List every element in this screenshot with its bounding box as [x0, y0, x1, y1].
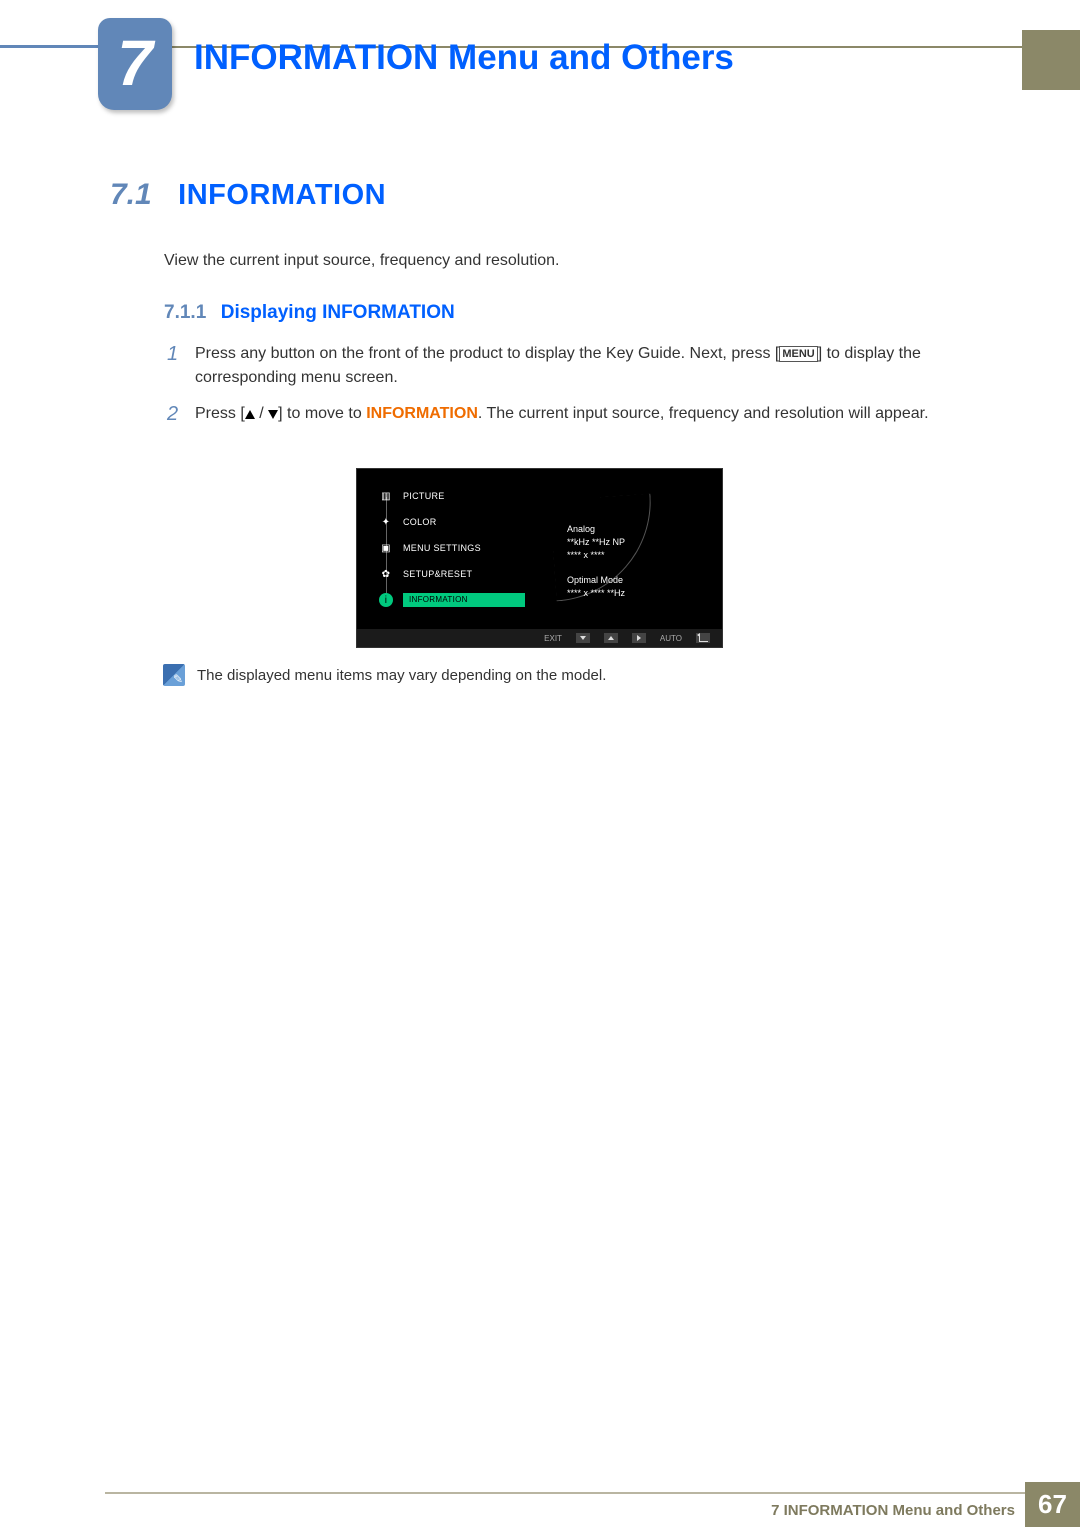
osd-item-setup-reset: ✿ SETUP&RESET [379, 561, 539, 587]
subsection-number: 7.1.1 [164, 302, 206, 323]
osd-item-picture: ▥ PICTURE [379, 483, 539, 509]
osd-item-label: SETUP&RESET [403, 569, 472, 579]
footer-chapter-text: 7 INFORMATION Menu and Others [771, 1502, 1015, 1519]
section-intro: View the current input source, frequency… [164, 252, 560, 270]
step-2-text: Press [ / ] to move to INFORMATION. The … [195, 402, 967, 426]
info-icon: i [379, 593, 393, 607]
chapter-title: INFORMATION Menu and Others [194, 38, 734, 78]
triangle-up-icon [245, 410, 255, 419]
step-1: 1 Press any button on the front of the p… [167, 342, 967, 390]
osd-item-label: INFORMATION [403, 593, 525, 607]
step-1-text: Press any button on the front of the pro… [195, 342, 967, 390]
step-1-number: 1 [167, 342, 195, 366]
subsection-title: Displaying INFORMATION [221, 302, 455, 323]
osd-info-panel: Analog **kHz **Hz NP **** x **** Optimal… [567, 523, 625, 612]
picture-icon: ▥ [379, 489, 393, 503]
osd-exit-label: EXIT [544, 634, 562, 643]
note-icon: ✎ [163, 664, 185, 686]
nav-return-icon [696, 633, 710, 643]
nav-up-icon [604, 633, 618, 643]
note-row: ✎ The displayed menu items may vary depe… [163, 664, 606, 686]
nav-enter-icon [632, 633, 646, 643]
header-right-block [1022, 30, 1080, 90]
color-icon: ✦ [379, 515, 393, 529]
chapter-number-badge: 7 [98, 18, 172, 110]
step-2: 2 Press [ / ] to move to INFORMATION. Th… [167, 402, 967, 426]
osd-screenshot: ▥ PICTURE ✦ COLOR ▣ MENU SETTINGS ✿ SETU… [356, 468, 723, 648]
footer-page-number: 67 [1025, 1482, 1080, 1527]
osd-item-menu-settings: ▣ MENU SETTINGS [379, 535, 539, 561]
footer-rule [105, 1492, 1025, 1494]
osd-item-label: PICTURE [403, 491, 445, 501]
osd-item-information: i INFORMATION [379, 587, 539, 613]
settings-icon: ▣ [379, 541, 393, 555]
section-title: INFORMATION [178, 179, 386, 212]
osd-info-line: **** x **** **Hz [567, 587, 625, 600]
osd-info-line: Optimal Mode [567, 574, 625, 587]
menu-key-icon: MENU [779, 346, 817, 362]
osd-bottom-bar: EXIT AUTO [357, 629, 722, 647]
osd-item-label: COLOR [403, 517, 437, 527]
osd-menu-list: ▥ PICTURE ✦ COLOR ▣ MENU SETTINGS ✿ SETU… [379, 483, 539, 613]
osd-item-label: MENU SETTINGS [403, 543, 481, 553]
step-2-number: 2 [167, 402, 195, 426]
osd-info-line: **kHz **Hz NP [567, 536, 625, 549]
osd-info-line: **** x **** [567, 549, 625, 562]
gear-icon: ✿ [379, 567, 393, 581]
nav-down-icon [576, 633, 590, 643]
osd-item-color: ✦ COLOR [379, 509, 539, 535]
note-text: The displayed menu items may vary depend… [197, 667, 606, 684]
information-highlight: INFORMATION [366, 405, 478, 422]
osd-info-line: Analog [567, 523, 625, 536]
section-number: 7.1 [110, 178, 152, 212]
osd-auto-label: AUTO [660, 634, 682, 643]
triangle-down-icon [268, 410, 278, 419]
